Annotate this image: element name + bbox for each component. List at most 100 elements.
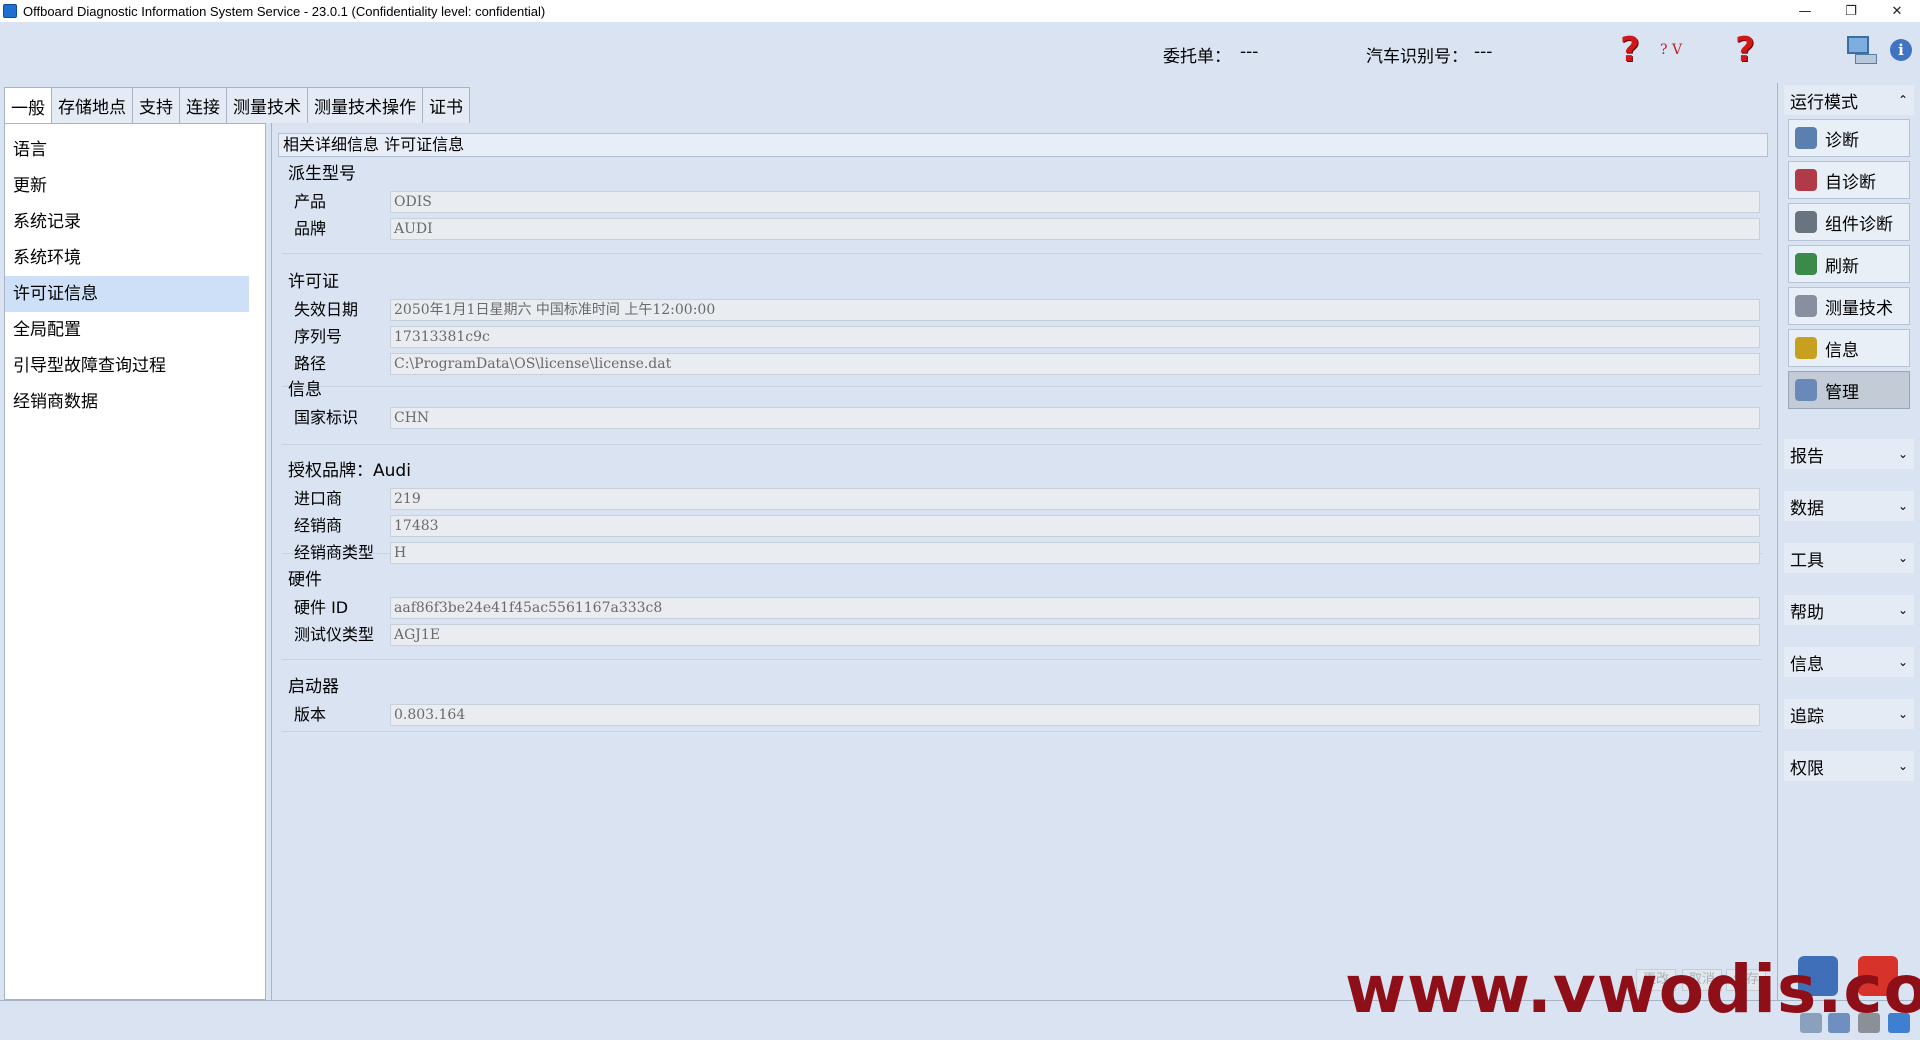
close-button[interactable]: ✕ — [1874, 0, 1920, 22]
chevron-down-icon: ⌄ — [1897, 759, 1908, 773]
mode-icon — [1795, 337, 1817, 359]
field-row: 经销商类型 H — [294, 542, 1764, 564]
field-value: 0.803.164 — [390, 704, 1760, 726]
section-title: 帮助 — [1790, 602, 1824, 623]
section-header[interactable]: 权限 ⌄ — [1784, 751, 1914, 781]
mode-icon — [1795, 169, 1817, 191]
tab-3[interactable]: 支持 — [132, 87, 180, 123]
nav-item[interactable]: 语言 — [5, 132, 249, 168]
mode-button[interactable]: 诊断 — [1788, 119, 1910, 157]
help-v-icon[interactable]: ? — [1610, 30, 1650, 70]
field-row: 进口商 219 — [294, 488, 1764, 510]
section-header[interactable]: 报告 ⌄ — [1784, 439, 1914, 469]
field-value: ODIS — [390, 191, 1760, 213]
section-header[interactable]: 数据 ⌄ — [1784, 491, 1914, 521]
mode-title: 运行模式 — [1790, 92, 1858, 113]
content-header: 相关详细信息 许可证信息 — [278, 133, 1768, 157]
content-panel: 相关详细信息 许可证信息 派生型号 产品 ODIS 品牌 AUDI 许可证 失效日期 2050… — [271, 123, 1776, 1000]
mode-icon — [1795, 295, 1817, 317]
mode-header[interactable]: 运行模式 ⌃ — [1784, 85, 1914, 115]
minimize-button[interactable]: — — [1782, 0, 1828, 22]
mode-label: 刷新 — [1825, 256, 1859, 277]
field-row: 产品 ODIS — [294, 191, 1764, 213]
field-label: 路径 — [294, 354, 327, 373]
mode-button[interactable]: 信息 — [1788, 329, 1910, 367]
mode-button[interactable]: 测量技术 — [1788, 287, 1910, 325]
mode-button[interactable]: 管理 — [1788, 371, 1910, 409]
nav-item[interactable]: 许可证信息 — [5, 276, 249, 312]
field-label: 产品 — [294, 192, 327, 211]
tab-bar: 一般 存储地点 支持 连接 测量技术 测量技术操作 证书 — [4, 87, 470, 124]
group-title: 许可证 — [288, 272, 339, 292]
mode-icon — [1795, 127, 1817, 149]
chevron-down-icon: ⌄ — [1897, 499, 1908, 513]
mode-button[interactable]: 刷新 — [1788, 245, 1910, 283]
chevron-down-icon: ⌄ — [1897, 551, 1908, 565]
section-title: 信息 — [1790, 654, 1824, 675]
network-pc-icon[interactable] — [1842, 30, 1882, 70]
window-controls: — ❐ ✕ — [1782, 0, 1920, 22]
field-label: 经销商 — [294, 516, 343, 535]
tab-7[interactable]: 证书 — [422, 87, 470, 123]
field-value: AUDI — [390, 218, 1760, 240]
field-group: 授权品牌：Audi 进口商 219 经销商 17483 经销商类型 H — [282, 456, 1764, 564]
mode-label: 信息 — [1825, 340, 1859, 361]
field-group: 派生型号 产品 ODIS 品牌 AUDI — [282, 159, 1762, 254]
section-title: 权限 — [1790, 758, 1824, 779]
mode-button[interactable]: 自诊断 — [1788, 161, 1910, 199]
tab-1[interactable]: 一般 — [4, 87, 52, 124]
info-icon[interactable]: i — [1886, 30, 1916, 70]
section-title: 数据 — [1790, 498, 1824, 519]
field-value: 17313381c9c — [390, 326, 1760, 348]
nav-item[interactable]: 系统记录 — [5, 204, 249, 240]
mode-icon — [1795, 253, 1817, 275]
help-icon[interactable]: ? — [1725, 30, 1765, 70]
section-header[interactable]: 工具 ⌄ — [1784, 543, 1914, 573]
header-bar: 委托单： --- 汽车识别号： --- ? ? V ? i — [0, 22, 1920, 82]
window-title: Offboard Diagnostic Information System S… — [23, 3, 546, 19]
restore-button[interactable]: ❐ — [1828, 0, 1874, 22]
field-row: 经销商 17483 — [294, 515, 1764, 537]
field-value: 219 — [390, 488, 1760, 510]
mode-button[interactable]: 组件诊断 — [1788, 203, 1910, 241]
nav-item[interactable]: 系统环境 — [5, 240, 249, 276]
field-group: 硬件 硬件 ID aaf86f3be24e41f45ac5561167a333c8 测… — [282, 565, 1762, 660]
mode-label: 组件诊断 — [1825, 214, 1893, 235]
nav-item[interactable]: 更新 — [5, 168, 249, 204]
group-title: 派生型号 — [288, 164, 356, 184]
field-group: 启动器版本 0.803.164 — [282, 672, 1762, 732]
nav-item[interactable]: 经销商数据 — [5, 384, 249, 420]
field-label: 硬件 ID — [294, 598, 349, 617]
help-v-label[interactable]: ? V — [1660, 42, 1682, 58]
tab-2[interactable]: 存储地点 — [51, 87, 133, 123]
field-row: 路径 C:\ProgramData\OS\license\license.dat — [294, 353, 1764, 375]
field-row: 国家标识 CHN — [294, 407, 1764, 429]
nav-item[interactable]: 全局配置 — [5, 312, 249, 348]
field-label: 版本 — [294, 705, 327, 724]
section-title: 工具 — [1790, 550, 1824, 571]
field-group: 信息 国家标识 CHN — [282, 375, 1762, 445]
nav-item[interactable]: 引导型故障查询过程 — [5, 348, 249, 384]
group-title: 启动器 — [288, 677, 339, 697]
field-label: 经销商类型 — [294, 543, 375, 562]
section-header[interactable]: 帮助 ⌄ — [1784, 595, 1914, 625]
section-title: 追踪 — [1790, 706, 1824, 727]
mode-label: 管理 — [1825, 382, 1859, 403]
section-header[interactable]: 追踪 ⌄ — [1784, 699, 1914, 729]
chevron-up-icon: ⌃ — [1897, 93, 1908, 107]
section-header[interactable]: 信息 ⌄ — [1784, 647, 1914, 677]
tab-6[interactable]: 测量技术操作 — [307, 87, 423, 123]
vin-value: --- — [1474, 42, 1493, 62]
app-icon — [3, 4, 17, 18]
field-row: 测试仪类型 AGJ1E — [294, 624, 1764, 646]
field-row: 序列号 17313381c9c — [294, 326, 1764, 348]
mode-label: 测量技术 — [1825, 298, 1893, 319]
field-label: 测试仪类型 — [294, 625, 375, 644]
mode-label: 自诊断 — [1825, 172, 1876, 193]
field-label: 失效日期 — [294, 300, 359, 319]
tab-4[interactable]: 连接 — [179, 87, 227, 123]
vin-label: 汽车识别号： — [1366, 47, 1468, 67]
tab-5[interactable]: 测量技术 — [226, 87, 308, 123]
field-group: 许可证 失效日期 2050年1月1日星期六 中国标准时间 上午12:00:00 序列号… — [282, 267, 1762, 387]
mode-icon — [1795, 211, 1817, 233]
